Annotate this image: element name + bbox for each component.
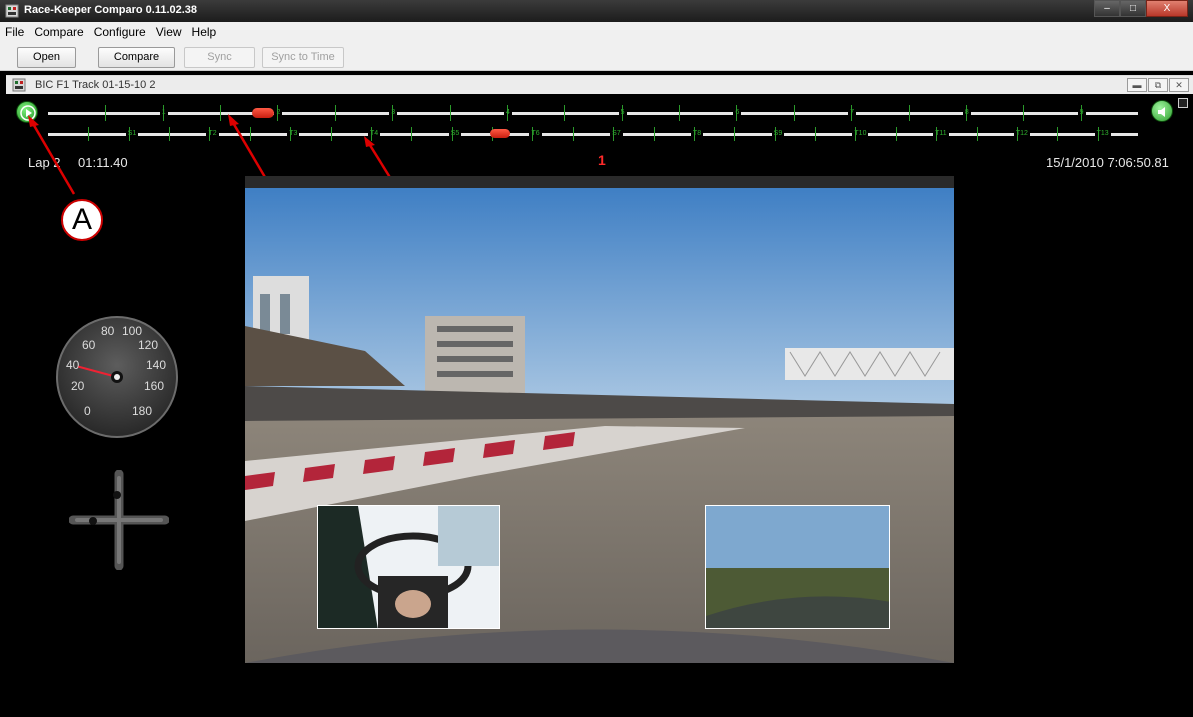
lap-time: 01:11.40 (78, 155, 128, 170)
lap-position-handle[interactable] (252, 108, 274, 118)
app-icon (5, 4, 19, 18)
in-car-camera-frame (318, 506, 499, 628)
close-button[interactable]: X (1146, 0, 1188, 17)
child-window-title-bar: BIC F1 Track 01-15-10 2 ▬ ⧉ ✕ (6, 75, 1193, 94)
child-restore-button[interactable]: ⧉ (1148, 78, 1168, 92)
lap-timeline-tick (679, 105, 681, 121)
segment-timeline-tick (1057, 127, 1059, 141)
segment-timeline-tick (895, 127, 897, 141)
lap-timeline-tick (449, 105, 451, 121)
lap-timeline-tick (621, 105, 623, 121)
lap-number: 1 (598, 152, 606, 168)
menu-configure[interactable]: Configure (89, 25, 151, 39)
annotation-a: A (61, 199, 103, 241)
sound-button[interactable] (1151, 100, 1173, 122)
segment-timeline-label: S7 (610, 130, 623, 137)
lap-timeline-tick (851, 105, 853, 121)
menu-file[interactable]: File (0, 25, 29, 39)
segment-timeline-tick (370, 127, 372, 141)
lap-timeline-tick (1080, 105, 1082, 121)
speedo-needle (78, 365, 123, 383)
restore-icon[interactable] (1178, 98, 1188, 108)
segment-timeline-tick (774, 127, 776, 141)
menu-compare[interactable]: Compare (29, 25, 88, 39)
player-area: 123456789 S1T2T3T4S5T6S7T8S9T10T11T12T13… (6, 94, 1193, 717)
in-car-camera[interactable] (317, 505, 500, 629)
lap-timeline-tick (564, 105, 566, 121)
lap-timeline-tick (105, 105, 107, 121)
segment-timeline-tick (693, 127, 695, 141)
segment-timeline-tick (249, 127, 251, 141)
toolbar: Open Compare Sync Sync to Time (0, 41, 1193, 71)
segment-timeline-label: S9 (771, 130, 785, 137)
window-title: Race-Keeper Comparo 0.11.02.38 (24, 4, 198, 16)
segment-timeline-tick (734, 127, 736, 141)
lap-timeline-tick (908, 105, 910, 121)
session-icon (12, 78, 26, 92)
segment-timeline-label: T3 (287, 130, 300, 137)
segment-timeline-label: T2 (206, 130, 219, 137)
segment-timeline-label: T6 (529, 130, 542, 137)
play-icon (20, 105, 36, 121)
sync-to-time-button[interactable]: Sync to Time (262, 47, 344, 68)
lap-timeline-tick (506, 105, 508, 121)
lap-timeline-tick (334, 105, 336, 121)
lap-timeline-track[interactable] (48, 112, 1138, 115)
segment-timeline-tick (451, 127, 453, 141)
segment-timeline-tick (209, 127, 211, 141)
lap-timeline-tick (1023, 105, 1025, 121)
lap-timeline-tick (220, 105, 222, 121)
lap-timeline-tick (793, 105, 795, 121)
lap-label: Lap 2 (28, 155, 61, 170)
menu-bar: File Compare Configure View Help (0, 22, 1193, 41)
menu-help[interactable]: Help (187, 25, 222, 39)
g-force-indicator (69, 470, 169, 570)
child-close-button[interactable]: ✕ (1169, 78, 1189, 92)
segment-position-handle[interactable] (490, 129, 510, 138)
minimize-button[interactable]: – (1094, 0, 1120, 17)
segment-timeline-tick (572, 127, 574, 141)
rear-camera[interactable] (705, 505, 890, 629)
segment-timeline-tick (936, 127, 938, 141)
segment-timeline-tick (1016, 127, 1018, 141)
segment-timeline-tick (330, 127, 332, 141)
speaker-icon (1158, 107, 1165, 117)
segment-timeline-tick (653, 127, 655, 141)
child-minimize-button[interactable]: ▬ (1127, 78, 1147, 92)
lap-timeline-tick (736, 105, 738, 121)
segment-timeline-tick (532, 127, 534, 141)
segment-timeline-tick (128, 127, 130, 141)
speedometer: 0 20 40 60 80 100 120 140 160 180 (56, 316, 178, 438)
lap-timeline-tick (277, 105, 279, 121)
segment-timeline-tick (815, 127, 817, 141)
segment-timeline-tick (855, 127, 857, 141)
lap-timeline-tick (392, 105, 394, 121)
segment-timeline-tick (1097, 127, 1099, 141)
session-datetime: 15/1/2010 7:06:50.81 (1046, 155, 1169, 170)
title-bar: Race-Keeper Comparo 0.11.02.38 – □ X (0, 0, 1193, 22)
main-video[interactable] (245, 176, 954, 663)
session-title: BIC F1 Track 01-15-10 2 (35, 79, 156, 91)
segment-timeline-tick (290, 127, 292, 141)
segment-timeline-label: T4 (367, 130, 381, 137)
maximize-button[interactable]: □ (1120, 0, 1146, 17)
segment-timeline-label: S1 (125, 130, 139, 137)
segment-timeline-tick (411, 127, 413, 141)
segment-timeline-tick (169, 127, 171, 141)
compare-button[interactable]: Compare (98, 47, 175, 68)
lap-timeline-tick (965, 105, 967, 121)
segment-timeline-label: S5 (448, 130, 462, 137)
segment-timeline-tick (613, 127, 615, 141)
rear-camera-frame (706, 506, 889, 628)
lap-timeline-tick (162, 105, 164, 121)
segment-timeline-tick (976, 127, 978, 141)
open-button[interactable]: Open (17, 47, 76, 68)
play-button[interactable] (16, 101, 38, 123)
segment-timeline-label: T8 (690, 130, 704, 137)
segment-timeline-tick (88, 127, 90, 141)
menu-view[interactable]: View (151, 25, 187, 39)
sync-button[interactable]: Sync (184, 47, 255, 68)
